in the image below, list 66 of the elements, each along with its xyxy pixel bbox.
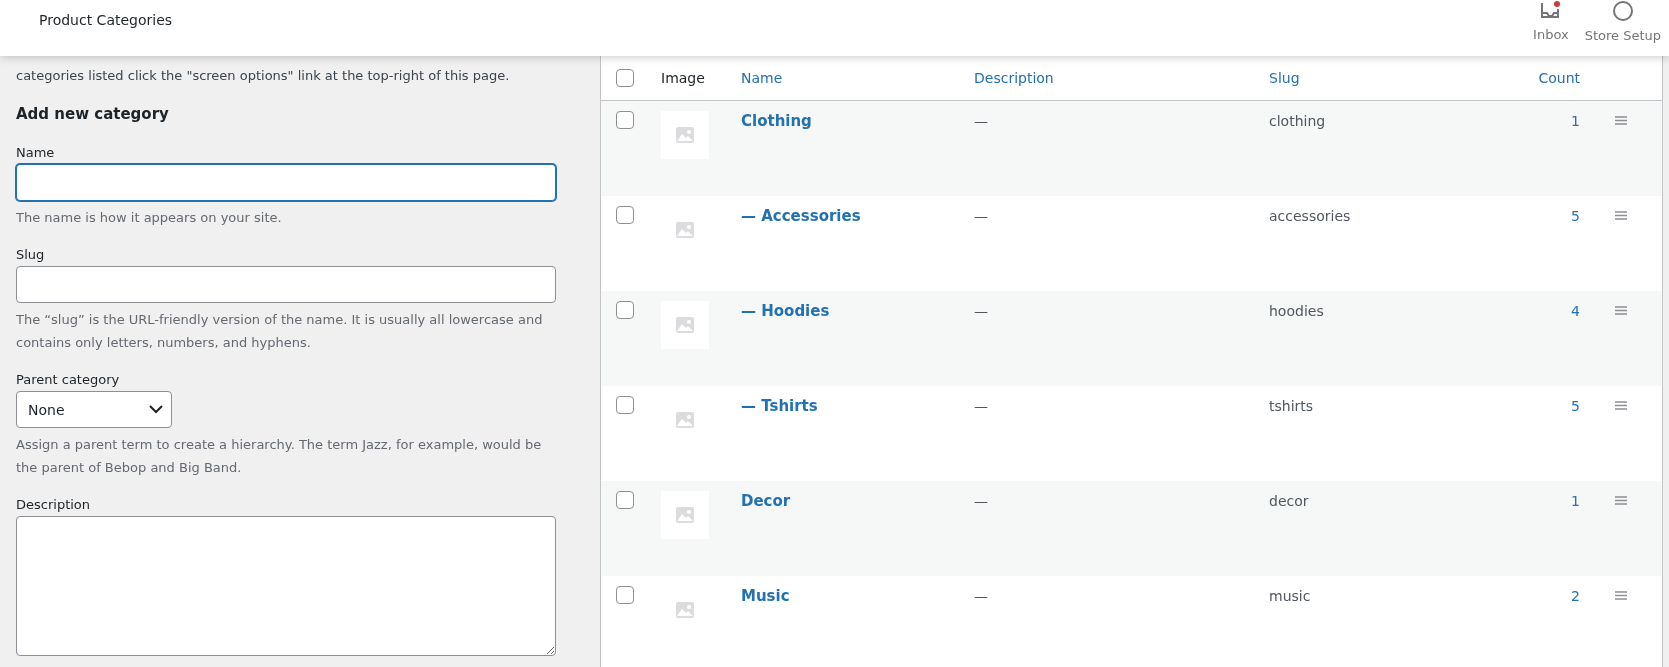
- form-heading: Add new category: [16, 105, 170, 123]
- category-name-link[interactable]: — Accessories: [741, 207, 974, 225]
- row-checkbox[interactable]: [616, 206, 634, 224]
- product-total-link[interactable]: 5: [1571, 398, 1580, 414]
- column-sort-link[interactable]: Name: [741, 70, 783, 86]
- slug-cell: hoodies: [1269, 303, 1324, 319]
- image-placeholder-icon: [676, 127, 694, 143]
- help-text: The name is how it appears on your site.: [16, 209, 283, 227]
- product-total-link[interactable]: 4: [1571, 303, 1580, 319]
- text-field[interactable]: [16, 164, 556, 201]
- column-sort-link[interactable]: Slug: [1269, 70, 1300, 86]
- select-all-checkbox[interactable]: [616, 69, 634, 87]
- help-text: The “slug” is the URL-friendly version of the name. It is usually all lowercase and contains only letters, numbers, and hyphens.: [16, 311, 544, 352]
- category-name-link[interactable]: Clothing: [741, 112, 974, 130]
- drag-handle-icon[interactable]: [1615, 591, 1627, 600]
- inbox-button[interactable]: Inbox: [1525, 0, 1577, 42]
- field-label: Slug: [16, 247, 46, 262]
- slug-cell: music: [1269, 588, 1311, 604]
- page-title: Product Categories: [39, 12, 174, 28]
- row-checkbox[interactable]: [616, 396, 634, 414]
- image-placeholder-icon: [676, 507, 694, 523]
- drag-handle-icon[interactable]: [1615, 306, 1627, 315]
- parent-category-select[interactable]: None: [16, 391, 172, 428]
- field-label: Parent category: [16, 372, 121, 387]
- drag-handle-icon[interactable]: [1615, 211, 1627, 220]
- help-text: Assign a parent term to create a hierarchy. The term Jazz, for example, would be the parent of Bebop and Big Band.: [16, 436, 543, 477]
- description-cell: —: [974, 113, 988, 129]
- image-placeholder-icon: [676, 317, 694, 333]
- row-checkbox[interactable]: [616, 111, 634, 129]
- column-sort-link[interactable]: Description: [974, 70, 1054, 86]
- drag-handle-icon[interactable]: [1615, 496, 1627, 505]
- category-name-link[interactable]: Music: [741, 587, 974, 605]
- column-heading: Image: [661, 70, 705, 86]
- image-placeholder-icon: [676, 222, 694, 238]
- row-checkbox[interactable]: [616, 586, 634, 604]
- text-field[interactable]: [16, 266, 556, 303]
- image-placeholder-icon: [676, 602, 694, 618]
- description-cell: —: [974, 208, 988, 224]
- drag-handle-icon[interactable]: [1615, 401, 1627, 410]
- category-name-link[interactable]: — Tshirts: [741, 397, 974, 415]
- description-cell: —: [974, 303, 988, 319]
- slug-cell: clothing: [1269, 113, 1326, 129]
- slug-cell: decor: [1269, 493, 1309, 509]
- description-field[interactable]: [16, 516, 556, 656]
- store-setup-button[interactable]: Store Setup: [1576, 0, 1669, 43]
- row-checkbox[interactable]: [616, 301, 634, 319]
- slug-cell: accessories: [1269, 208, 1351, 224]
- description-cell: —: [974, 398, 988, 414]
- field-label: Description: [16, 497, 92, 512]
- circle-icon: [1611, 0, 1634, 22]
- category-name-link[interactable]: Decor: [741, 492, 974, 510]
- product-total-link[interactable]: 5: [1571, 208, 1580, 224]
- product-total-link[interactable]: 2: [1571, 588, 1580, 604]
- row-checkbox[interactable]: [616, 491, 634, 509]
- description-cell: —: [974, 493, 988, 509]
- drag-handle-icon[interactable]: [1615, 116, 1627, 125]
- chevron-down-icon: [149, 405, 163, 414]
- category-name-link[interactable]: — Hoodies: [741, 302, 974, 320]
- intro-text: categories listed click the "screen options" link at the top-right of this page.: [16, 68, 511, 83]
- product-total-link[interactable]: 1: [1571, 113, 1580, 129]
- product-total-link[interactable]: 1: [1571, 493, 1580, 509]
- description-cell: —: [974, 588, 988, 604]
- image-placeholder-icon: [676, 412, 694, 428]
- slug-cell: tshirts: [1269, 398, 1314, 414]
- column-sort-link[interactable]: Count: [1538, 70, 1580, 86]
- field-label: Name: [16, 145, 56, 160]
